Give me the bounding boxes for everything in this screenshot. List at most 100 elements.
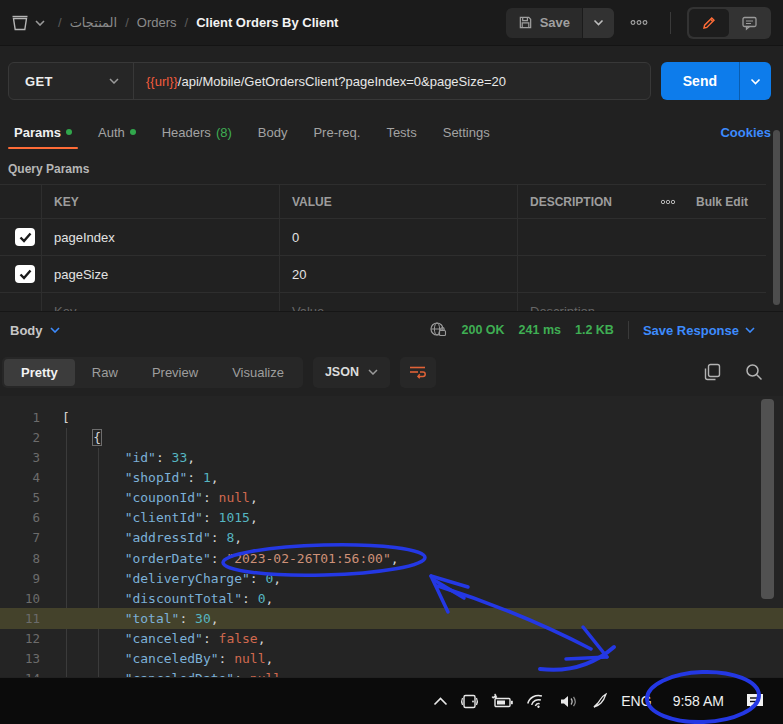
line-number: 7 — [0, 530, 40, 545]
breadcrumb-request-name[interactable]: Client Orders By Client — [196, 15, 338, 30]
bulk-edit-button[interactable]: Bulk Edit — [688, 185, 766, 218]
param-checkbox[interactable] — [15, 265, 35, 283]
send-options-button[interactable] — [739, 62, 771, 100]
tab-params[interactable]: Params — [8, 114, 78, 150]
param-key-cell[interactable]: pageIndex — [42, 219, 280, 255]
tab-tests[interactable]: Tests — [380, 114, 422, 150]
param-value-cell[interactable]: 20 — [280, 256, 518, 292]
save-response-button[interactable]: Save Response — [643, 323, 755, 338]
view-tab-preview[interactable]: Preview — [135, 359, 215, 386]
method-label: GET — [25, 74, 53, 89]
send-button-group: Send — [661, 62, 771, 100]
speaker-icon — [559, 694, 579, 709]
line-number: 12 — [0, 631, 40, 646]
chevron-down-icon — [593, 19, 604, 26]
tab-body[interactable]: Body — [252, 114, 294, 150]
edit-mode-button[interactable] — [689, 9, 729, 37]
view-tab-raw[interactable]: Raw — [75, 359, 135, 386]
code-line: 10 "discountTotal": 0, — [0, 588, 783, 608]
description-input[interactable]: Description — [518, 293, 648, 311]
line-number: 1 — [0, 410, 40, 425]
value-input[interactable]: Value — [280, 293, 518, 311]
tab-headers[interactable]: Headers (8) — [156, 114, 238, 150]
battery-charging-icon — [491, 693, 514, 709]
ellipsis-icon — [630, 19, 648, 26]
params-table: KEY VALUE DESCRIPTION Bulk Edit pageInde… — [0, 184, 766, 311]
url-input[interactable]: {{url}}/api/Mobile/GetOrdersClient?pageI… — [134, 63, 650, 99]
ellipsis-icon — [660, 199, 676, 205]
query-params-title: Query Params — [0, 150, 783, 184]
param-key-cell[interactable]: pageSize — [42, 256, 280, 292]
chevron-down-icon — [750, 78, 761, 85]
format-dropdown[interactable]: JSON — [313, 357, 390, 388]
tab-settings[interactable]: Settings — [437, 114, 496, 150]
tray-display-icon[interactable] — [454, 678, 485, 724]
column-value: VALUE — [280, 185, 518, 218]
params-placeholder-row: Key Value Description — [0, 293, 766, 311]
wrap-lines-button[interactable] — [400, 357, 436, 388]
line-number: 11 — [0, 611, 40, 626]
save-button[interactable]: Save — [506, 8, 582, 38]
code-line: 12 "canceled": false, — [0, 629, 783, 649]
response-body-dropdown[interactable]: Body — [10, 323, 60, 338]
tray-language[interactable]: ENG — [615, 678, 657, 724]
breadcrumb-workspace[interactable]: المنتجات — [70, 15, 118, 30]
tab-prereq[interactable]: Pre-req. — [307, 114, 366, 150]
network-info-icon[interactable] — [429, 321, 447, 339]
comments-button[interactable] — [729, 9, 769, 37]
collection-menu-button[interactable] — [10, 14, 45, 32]
param-desc-cell[interactable] — [518, 219, 648, 255]
response-view-tabs: PrettyRawPreviewVisualize JSON — [0, 348, 783, 396]
collection-icon — [10, 14, 30, 32]
param-row: pageIndex0 — [0, 219, 766, 256]
method-selector[interactable]: GET — [9, 63, 134, 99]
send-button[interactable]: Send — [661, 62, 739, 100]
request-pane-scrollbar[interactable] — [773, 130, 780, 305]
param-checkbox[interactable] — [15, 228, 35, 246]
key-input[interactable]: Key — [42, 293, 280, 311]
breadcrumb-collection[interactable]: Orders — [137, 15, 177, 30]
tab-auth[interactable]: Auth — [92, 114, 142, 150]
more-actions-button[interactable] — [624, 19, 654, 26]
param-value-cell[interactable]: 0 — [280, 219, 518, 255]
chevron-down-icon — [109, 78, 119, 84]
param-desc-cell[interactable] — [518, 256, 648, 292]
response-status[interactable]: 200 OK — [461, 323, 504, 337]
line-number: 9 — [0, 571, 40, 586]
breadcrumb: / المنتجات / Orders / Client Orders By C… — [58, 15, 338, 30]
tray-wifi-icon[interactable] — [520, 678, 553, 724]
line-number: 14 — [0, 671, 40, 677]
response-size[interactable]: 1.2 KB — [575, 323, 614, 337]
tablet-mode-icon — [460, 693, 479, 710]
view-tab-pretty[interactable]: Pretty — [4, 359, 75, 386]
line-number: 6 — [0, 510, 40, 525]
comment-icon — [741, 15, 758, 31]
tray-volume-icon[interactable] — [553, 678, 585, 724]
copy-icon[interactable] — [704, 363, 721, 381]
tray-battery-icon[interactable] — [485, 678, 520, 724]
save-icon — [518, 15, 533, 30]
line-number: 10 — [0, 591, 40, 606]
search-icon[interactable] — [745, 363, 763, 381]
pencil-icon — [701, 15, 717, 31]
wifi-icon — [526, 693, 547, 710]
tray-clock[interactable]: 9:58 AM — [658, 678, 739, 724]
response-scrollbar[interactable] — [761, 399, 774, 599]
windows-taskbar: ENG 9:58 AM — [0, 678, 783, 724]
params-more-button[interactable] — [648, 185, 688, 218]
tray-pen-icon[interactable] — [585, 678, 615, 724]
response-body-editor[interactable]: 1[2 {3 "id": 33,4 "shopId": 1,5 "couponI… — [0, 396, 783, 677]
params-header-row: KEY VALUE DESCRIPTION Bulk Edit — [0, 185, 766, 219]
view-tab-visualize[interactable]: Visualize — [215, 359, 301, 386]
view-mode-group: PrettyRawPreviewVisualize — [2, 357, 303, 388]
code-line: 13 "canceledBy": null, — [0, 649, 783, 669]
action-center-button[interactable] — [739, 678, 771, 724]
line-number: 4 — [0, 470, 40, 485]
cookies-link[interactable]: Cookies — [720, 125, 771, 140]
tray-expand-button[interactable] — [427, 678, 454, 724]
line-number: 2 — [0, 430, 40, 445]
column-description: DESCRIPTION — [518, 185, 648, 218]
line-number: 8 — [0, 551, 40, 566]
save-options-button[interactable] — [582, 8, 614, 38]
response-time[interactable]: 241 ms — [519, 323, 561, 337]
